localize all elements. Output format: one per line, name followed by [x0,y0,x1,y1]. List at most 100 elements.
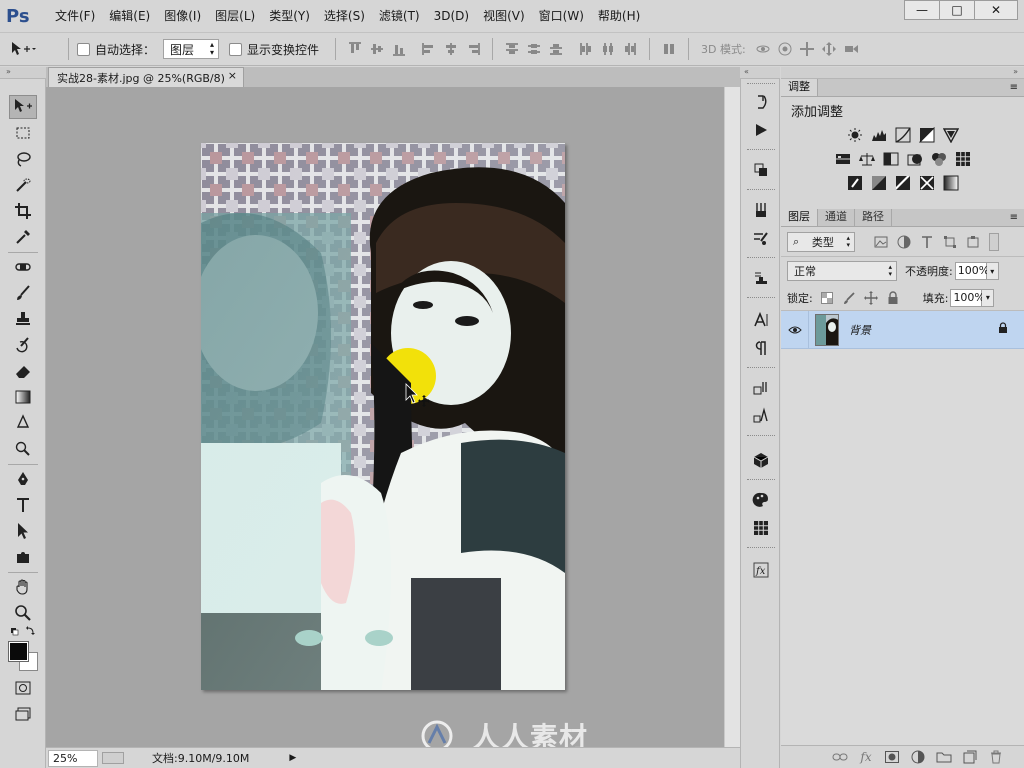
lasso-tool[interactable] [9,147,37,171]
curves-icon[interactable] [894,126,912,144]
menu-select[interactable]: 选择(S) [317,0,372,32]
opacity-field[interactable]: 100% [954,262,989,280]
move-tool[interactable] [9,95,37,119]
auto-select-target-dropdown[interactable]: 图层 ▴ ▾ [163,39,220,59]
color-panel-button[interactable] [748,489,774,511]
eyedropper-tool[interactable] [9,225,37,249]
menu-view[interactable]: 视图(V) [476,0,532,32]
lock-image-pixels-icon[interactable] [841,290,857,306]
vibrance-icon[interactable] [942,126,960,144]
distribute-hcenter-icon[interactable] [597,38,619,60]
layer-filter-kind-dropdown[interactable]: ⌕ 类型 ▴ ▾ [787,231,855,252]
tool-preset-picker[interactable] [10,41,60,57]
dock-grip[interactable] [747,189,775,193]
delete-layer-trash-icon[interactable] [988,749,1004,765]
distribute-right-icon[interactable] [619,38,641,60]
slide-3d-icon[interactable] [818,38,840,60]
blur-tool[interactable] [9,411,37,435]
dodge-tool[interactable] [9,437,37,461]
filter-adjustment-layers-icon[interactable] [896,234,912,250]
rotate-3d-icon[interactable] [752,38,774,60]
menu-file[interactable]: 文件(F) [48,0,102,32]
align-bottom-edges-icon[interactable] [388,38,410,60]
levels-icon[interactable] [870,126,888,144]
filter-pixel-layers-icon[interactable] [873,234,889,250]
brush-presets-button[interactable] [748,199,774,221]
threshold-icon[interactable] [894,174,912,192]
blend-mode-dropdown[interactable]: 正常 ▴ ▾ [787,261,897,281]
clone-source-button[interactable] [748,267,774,289]
healing-brush-tool[interactable] [9,255,37,279]
align-left-edges-icon[interactable] [418,38,440,60]
auto-align-layers-icon[interactable] [658,38,680,60]
filter-smart-objects-icon[interactable] [965,234,981,250]
gradient-tool[interactable] [9,385,37,409]
distribute-bottom-icon[interactable] [545,38,567,60]
dock-grip[interactable] [747,297,775,301]
status-preview-icon[interactable] [102,752,124,764]
character-panel-button[interactable] [748,309,774,331]
color-lookup-icon[interactable] [954,150,972,168]
menu-edit[interactable]: 编辑(E) [102,0,157,32]
custom-shape-tool[interactable] [9,545,37,569]
menu-layer[interactable]: 图层(L) [208,0,262,32]
type-tool[interactable] [9,493,37,517]
swatches-panel-button[interactable] [748,517,774,539]
brush-tool[interactable] [9,281,37,305]
close-tab-icon[interactable]: × [228,69,237,82]
new-adjustment-layer-icon[interactable] [910,749,926,765]
foreground-color-swatch[interactable] [8,641,29,662]
tab-channels[interactable]: 通道 [818,209,855,226]
new-group-folder-icon[interactable] [936,749,952,765]
hand-tool[interactable] [9,575,37,599]
photo-filter-icon[interactable] [906,150,924,168]
maximize-button[interactable]: □ [939,0,975,20]
history-brush-tool[interactable] [9,333,37,357]
channel-mixer-icon[interactable] [930,150,948,168]
path-selection-tool[interactable] [9,519,37,543]
brush-panel-button[interactable] [748,227,774,249]
dock-grip[interactable] [747,547,775,551]
invert-icon[interactable] [846,174,864,192]
dock-grip[interactable] [747,435,775,439]
toolbar-collapse-strip[interactable]: » [0,67,46,79]
dock-grip[interactable] [747,83,775,87]
exposure-icon[interactable] [918,126,936,144]
tab-adjustments[interactable]: 调整 [781,79,818,96]
posterize-icon[interactable] [870,174,888,192]
scale-3d-icon[interactable] [840,38,862,60]
dock-grip[interactable] [747,149,775,153]
opacity-slider-toggle[interactable]: ▾ [986,262,999,280]
panels-collapse-strip[interactable]: » [781,67,1024,79]
quick-selection-tool[interactable] [9,173,37,197]
marquee-tool[interactable] [9,121,37,145]
fill-field[interactable]: 100% [950,288,985,307]
auto-select-checkbox[interactable] [77,42,90,56]
align-top-edges-icon[interactable] [344,38,366,60]
menu-type[interactable]: 类型(Y) [262,0,317,32]
dock-grip[interactable] [747,479,775,483]
layer-name[interactable]: 背景 [849,322,871,338]
brightness-contrast-icon[interactable] [846,126,864,144]
tab-paths[interactable]: 路径 [855,209,892,226]
roll-3d-icon[interactable] [774,38,796,60]
add-layer-style-icon[interactable]: fx [858,749,874,765]
fill-slider-toggle[interactable]: ▾ [982,288,995,307]
document-image[interactable] [201,143,565,690]
layer-row[interactable]: 背景 [781,310,1024,349]
filter-toggle-switch[interactable] [989,232,999,251]
link-layers-icon[interactable] [832,749,848,765]
add-layer-mask-icon[interactable] [884,749,900,765]
align-vertical-centers-icon[interactable] [366,38,388,60]
menu-3d[interactable]: 3D(D) [427,0,476,32]
lock-all-icon[interactable] [885,290,901,306]
panel-menu-icon[interactable]: ≡ [1010,82,1018,93]
paragraph-styles-button[interactable] [748,405,774,427]
history-panel-button[interactable] [748,91,774,113]
align-horizontal-centers-icon[interactable] [440,38,462,60]
quick-mask-button[interactable] [9,676,37,700]
menu-window[interactable]: 窗口(W) [532,0,591,32]
lock-transparent-pixels-icon[interactable] [819,290,835,306]
3d-panel-button[interactable] [748,159,774,181]
tab-layers[interactable]: 图层 [781,209,818,226]
